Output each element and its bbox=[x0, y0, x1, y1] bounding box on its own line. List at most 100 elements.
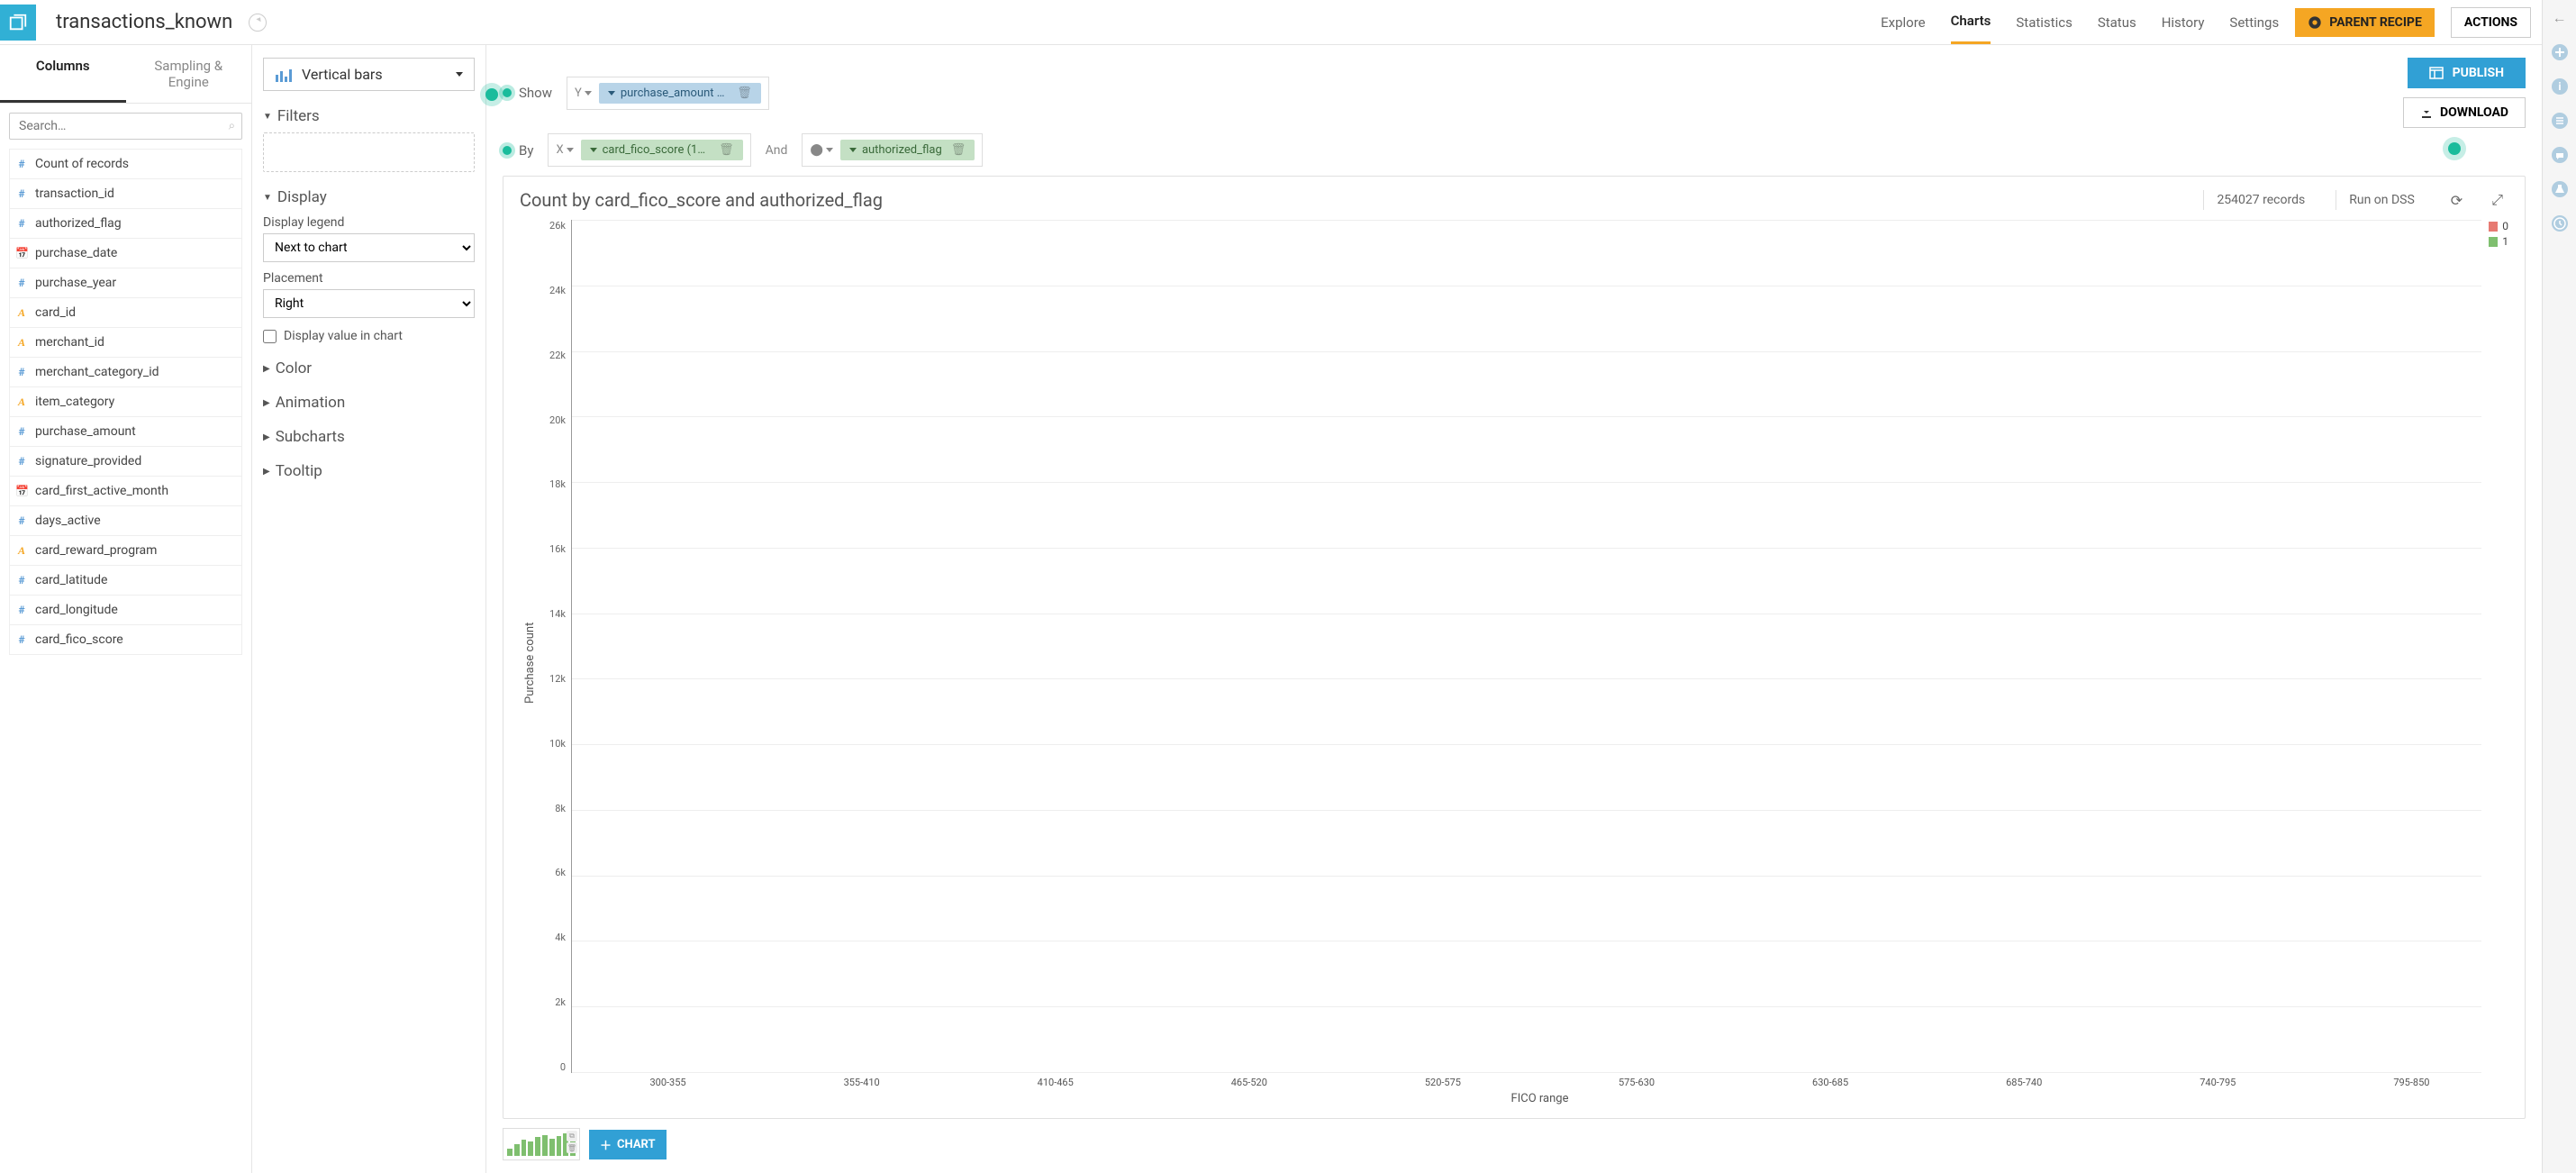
column-item[interactable]: #card_latitude bbox=[9, 565, 242, 596]
section-color[interactable]: ▶Color bbox=[263, 359, 475, 377]
section-display[interactable]: ▼Display bbox=[263, 188, 475, 206]
section-animation[interactable]: ▶Animation bbox=[263, 394, 475, 412]
column-name: purchase_date bbox=[35, 246, 117, 260]
column-item[interactable]: #signature_provided bbox=[9, 446, 242, 477]
columns-panel: Columns Sampling & Engine ⌕ #Count of re… bbox=[0, 45, 252, 1173]
column-item[interactable]: #transaction_id bbox=[9, 178, 242, 209]
nav-status[interactable]: Status bbox=[2098, 2, 2136, 43]
bar-chart-icon bbox=[275, 68, 293, 82]
copy-icon[interactable]: ⧉ bbox=[567, 1131, 577, 1141]
column-item[interactable]: Aitem_category bbox=[9, 386, 242, 417]
column-name: card_id bbox=[35, 305, 76, 320]
y-axis-dropzone[interactable]: Y purchase_amount (CO…🗑 bbox=[567, 77, 769, 110]
legend-select[interactable]: Next to chart bbox=[263, 233, 475, 262]
publish-button[interactable]: PUBLISH bbox=[2408, 58, 2526, 88]
nav-explore[interactable]: Explore bbox=[1881, 2, 1926, 43]
display-value-checkbox[interactable] bbox=[263, 330, 277, 343]
chat-circle-icon[interactable] bbox=[2549, 144, 2571, 166]
x-ticks: 300-355355-410410-465465-520520-575575-6… bbox=[540, 1077, 2508, 1088]
placement-select[interactable]: Right bbox=[263, 289, 475, 318]
run-on-label[interactable]: Run on DSS bbox=[2336, 190, 2427, 210]
str-type-icon: A bbox=[15, 544, 28, 558]
dataset-title: transactions_known bbox=[56, 11, 232, 33]
chart-type-dropdown[interactable]: Vertical bars bbox=[263, 58, 475, 91]
column-name: merchant_category_id bbox=[35, 365, 159, 379]
column-name: purchase_year bbox=[35, 276, 116, 290]
column-item[interactable]: # authorized_flag bbox=[9, 208, 242, 239]
num-type-icon: # bbox=[15, 217, 28, 230]
trash-icon[interactable]: 🗑 bbox=[737, 86, 752, 100]
column-item[interactable]: 📅card_first_active_month bbox=[9, 476, 242, 506]
chart-settings-panel: Vertical bars ▼Filters ▼Display Display … bbox=[252, 45, 486, 1173]
back-arrow-icon[interactable]: ← bbox=[2549, 7, 2571, 29]
parent-recipe-button[interactable]: PARENT RECIPE bbox=[2295, 8, 2435, 37]
hint-pulse[interactable] bbox=[503, 88, 512, 97]
section-tooltip[interactable]: ▶Tooltip bbox=[263, 462, 475, 480]
section-subcharts[interactable]: ▶Subcharts bbox=[263, 428, 475, 446]
x-axis-dropzone[interactable]: X card_fico_score (10 bins)🗑 bbox=[548, 133, 750, 167]
column-name: card_fico_score bbox=[35, 632, 123, 647]
y-pill[interactable]: purchase_amount (CO…🗑 bbox=[599, 83, 761, 104]
right-rail: ← i bbox=[2542, 0, 2576, 1173]
column-item[interactable]: #days_active bbox=[9, 505, 242, 536]
tab-columns[interactable]: Columns bbox=[0, 45, 126, 103]
color-dropzone[interactable]: ⬤ authorized_flag🗑 bbox=[802, 133, 983, 167]
x-pill[interactable]: card_fico_score (10 bins)🗑 bbox=[581, 140, 743, 160]
refresh-icon[interactable]: ⟳ bbox=[2445, 192, 2468, 209]
column-item[interactable]: Acard_reward_program bbox=[9, 535, 242, 566]
column-item[interactable]: #card_longitude bbox=[9, 595, 242, 625]
column-item[interactable]: 📅purchase_date bbox=[9, 238, 242, 268]
column-name: Count of records bbox=[35, 157, 129, 171]
svg-text:i: i bbox=[2558, 80, 2561, 93]
nav-history[interactable]: History bbox=[2162, 2, 2205, 43]
trash-icon[interactable]: 🗑 bbox=[719, 143, 734, 157]
chart-plot[interactable] bbox=[571, 220, 2481, 1073]
legend-item[interactable]: 1 bbox=[2489, 235, 2508, 248]
num-type-icon: # bbox=[15, 425, 28, 438]
plus-circle-icon[interactable] bbox=[2549, 41, 2571, 63]
chart-type-label: Vertical bars bbox=[302, 66, 383, 83]
section-filters[interactable]: ▼Filters bbox=[263, 107, 475, 125]
x-axis-label: X bbox=[556, 143, 573, 157]
actions-button[interactable]: ACTIONS bbox=[2451, 7, 2531, 38]
refresh-icon[interactable] bbox=[249, 14, 267, 32]
column-item[interactable]: Acard_id bbox=[9, 297, 242, 328]
column-item[interactable]: #purchase_amount bbox=[9, 416, 242, 447]
column-item[interactable]: #merchant_category_id bbox=[9, 357, 242, 387]
fullscreen-icon[interactable]: ⤢ bbox=[2486, 191, 2508, 209]
download-icon bbox=[2420, 106, 2433, 119]
nav-settings[interactable]: Settings bbox=[2229, 2, 2279, 43]
hint-pulse[interactable] bbox=[2448, 142, 2461, 155]
column-name: card_latitude bbox=[35, 573, 107, 587]
trash-icon[interactable]: 🗑 bbox=[567, 1142, 577, 1153]
hint-pulse[interactable] bbox=[503, 146, 512, 155]
nav-charts[interactable]: Charts bbox=[1951, 0, 1991, 44]
str-type-icon: A bbox=[15, 306, 28, 320]
legend-label: Display legend bbox=[263, 215, 475, 230]
download-button[interactable]: DOWNLOAD bbox=[2403, 97, 2526, 128]
legend-item[interactable]: 0 bbox=[2489, 220, 2508, 232]
trash-icon[interactable]: 🗑 bbox=[951, 143, 966, 157]
record-count: 254027 records bbox=[2203, 190, 2317, 210]
flask-circle-icon[interactable] bbox=[2549, 178, 2571, 200]
column-item[interactable]: #card_fico_score bbox=[9, 624, 242, 655]
list-circle-icon[interactable] bbox=[2549, 110, 2571, 132]
color-pill[interactable]: authorized_flag🗑 bbox=[840, 140, 975, 160]
column-name: item_category bbox=[35, 395, 114, 409]
column-item[interactable]: #purchase_year bbox=[9, 268, 242, 298]
chart-tabs: ⧉🗑 ＋CHART bbox=[503, 1119, 2526, 1160]
clock-circle-icon[interactable] bbox=[2549, 213, 2571, 234]
column-name: authorized_flag bbox=[35, 216, 122, 231]
columns-search-input[interactable] bbox=[9, 113, 242, 140]
column-item[interactable]: Amerchant_id bbox=[9, 327, 242, 358]
str-type-icon: A bbox=[15, 336, 28, 350]
dataset-icon[interactable] bbox=[0, 5, 36, 41]
num-type-icon: # bbox=[15, 514, 28, 527]
chart-thumbnail[interactable]: ⧉🗑 bbox=[503, 1128, 580, 1160]
tab-sampling[interactable]: Sampling & Engine bbox=[126, 45, 252, 103]
nav-statistics[interactable]: Statistics bbox=[2016, 2, 2072, 43]
filters-dropzone[interactable] bbox=[263, 132, 475, 172]
column-item[interactable]: #Count of records bbox=[9, 149, 242, 179]
info-circle-icon[interactable]: i bbox=[2549, 76, 2571, 97]
add-chart-button[interactable]: ＋CHART bbox=[589, 1130, 667, 1159]
